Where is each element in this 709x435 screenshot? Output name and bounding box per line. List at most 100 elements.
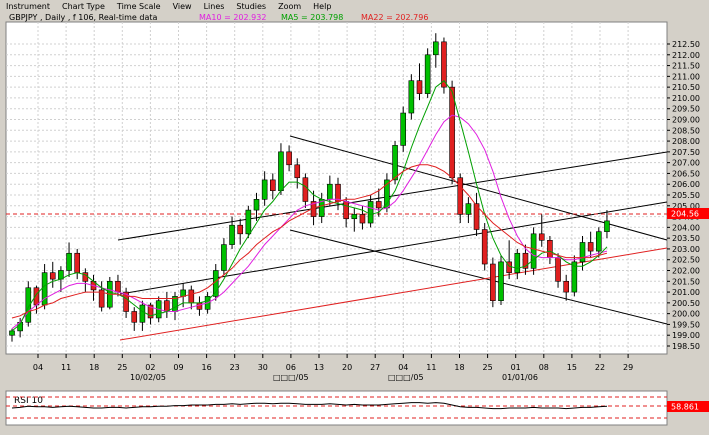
candle-body[interactable] (278, 151, 284, 191)
x-tick-label: 27 (370, 363, 380, 372)
candle-body[interactable] (294, 164, 301, 179)
y-tick-label: 212.50 (672, 40, 700, 49)
candle-body[interactable] (538, 233, 545, 241)
y-tick-label: 200.50 (672, 299, 700, 308)
x-tick-label: 02 (145, 363, 155, 372)
x-tick-label: 22 (595, 363, 605, 372)
candle-body[interactable] (180, 289, 186, 297)
candle-body[interactable] (359, 214, 366, 224)
candle-body[interactable] (604, 220, 610, 232)
candle-body[interactable] (9, 330, 15, 336)
candle-body[interactable] (481, 229, 488, 265)
y-tick-label: 207.00 (672, 159, 700, 168)
candle-body[interactable] (587, 242, 594, 252)
candle-body[interactable] (229, 224, 235, 245)
candle-body[interactable] (253, 199, 260, 211)
candle-body[interactable] (351, 214, 358, 220)
candle-body[interactable] (49, 272, 56, 280)
y-tick-label: 208.50 (672, 126, 700, 135)
candle-body[interactable] (490, 263, 496, 301)
candle-body[interactable] (498, 261, 504, 302)
candle-body[interactable] (416, 80, 423, 94)
candle-body[interactable] (579, 242, 586, 263)
candle-body[interactable] (400, 112, 407, 146)
y-tick-label: 202.50 (672, 256, 700, 265)
menu-chart-type[interactable]: Chart Type (56, 0, 111, 13)
y-tick-label: 209.00 (672, 116, 700, 125)
candle-body[interactable] (449, 86, 455, 179)
ma22-legend: MA22 = 202.796 (361, 13, 428, 22)
candle-body[interactable] (196, 302, 203, 310)
candle-body[interactable] (269, 179, 276, 191)
candle-body[interactable] (164, 300, 170, 312)
y-tick-label: 210.00 (672, 94, 700, 103)
y-tick-label: 203.50 (672, 234, 700, 243)
x-tick-label: 16 (202, 363, 212, 372)
y-tick-label: 200.00 (672, 310, 700, 319)
candle-body[interactable] (131, 311, 138, 323)
candle-body[interactable] (595, 231, 602, 252)
candle-body[interactable] (514, 252, 521, 273)
candle-body[interactable] (302, 177, 309, 202)
candle-body[interactable] (188, 289, 195, 304)
x-tick-label: 18 (89, 363, 99, 372)
candle-body[interactable] (221, 244, 227, 271)
ma10-legend: MA10 = 202.932 (199, 13, 266, 22)
y-tick-label: 199.00 (672, 331, 700, 340)
x-tick-label: 06 (286, 363, 296, 372)
x-tick-label: 08 (539, 363, 549, 372)
y-tick-label: 210.50 (672, 83, 700, 92)
candle-body[interactable] (547, 240, 553, 258)
x-tick-label: 23 (230, 363, 240, 372)
candle-body[interactable] (432, 41, 439, 56)
x-tick-label: 11 (426, 363, 436, 372)
y-tick-label: 201.00 (672, 288, 700, 297)
chart-window: GBPJPY , Daily , f 106, Real-time data M… (0, 13, 709, 431)
candle-body[interactable] (408, 80, 415, 114)
menu-instrument[interactable]: Instrument (0, 0, 56, 13)
candle-body[interactable] (465, 203, 472, 215)
date-label-4: 01/01/06 (502, 373, 538, 382)
menu-zoom[interactable]: Zoom (272, 0, 307, 13)
candle-body[interactable] (237, 224, 243, 235)
ma5-legend: MA5 = 203.798 (281, 13, 343, 22)
x-tick-label: 30 (258, 363, 268, 372)
candle-body[interactable] (392, 145, 398, 181)
menu-view[interactable]: View (167, 0, 198, 13)
candle-body[interactable] (343, 201, 349, 220)
x-tick-label: 18 (454, 363, 464, 372)
candle-body[interactable] (139, 304, 146, 323)
menu-lines[interactable]: Lines (198, 0, 231, 13)
candle-body[interactable] (555, 257, 561, 282)
candle-body[interactable] (530, 233, 537, 269)
candle-body[interactable] (367, 201, 374, 224)
x-tick-label: 29 (623, 363, 633, 372)
candle-body[interactable] (563, 280, 570, 293)
y-tick-label: 201.50 (672, 277, 700, 286)
rsi-value-label: 58.861 (671, 403, 699, 412)
menu-help[interactable]: Help (307, 0, 337, 13)
candle-body[interactable] (261, 179, 268, 200)
y-tick-label: 208.00 (672, 137, 700, 146)
candle-body[interactable] (74, 252, 80, 273)
candle-body[interactable] (115, 280, 121, 293)
time-axis[interactable]: 04 11 18 25 02 09 16 23 30 06 13 20 27 04 11 18 25 01 08 15… (33, 354, 633, 372)
candle-body[interactable] (424, 54, 431, 94)
candle-body[interactable] (286, 151, 292, 166)
y-tick-label: 207.50 (672, 148, 700, 157)
menu-studies[interactable]: Studies (230, 0, 272, 13)
price-marker-label: 204.56 (671, 210, 699, 219)
candle-body[interactable] (245, 209, 252, 235)
candle-body[interactable] (66, 252, 72, 271)
x-tick-label: 13 (314, 363, 324, 372)
y-tick-label: 209.50 (672, 105, 700, 114)
price-chart[interactable]: GBPJPY , Daily , f 106, Real-time data M… (0, 13, 709, 431)
candle-body[interactable] (375, 201, 382, 209)
menu-bar: Instrument Chart Type Time Scale View Lines S… (0, 0, 709, 13)
candle-body[interactable] (457, 177, 464, 215)
y-tick-label: 198.50 (672, 342, 700, 351)
x-tick-label: 25 (117, 363, 127, 372)
price-axis[interactable]: 212.50 212.00 211.50211.00 210.50 210.00 209.… (667, 40, 700, 351)
menu-time-scale[interactable]: Time Scale (111, 0, 167, 13)
candle-body[interactable] (327, 183, 333, 200)
